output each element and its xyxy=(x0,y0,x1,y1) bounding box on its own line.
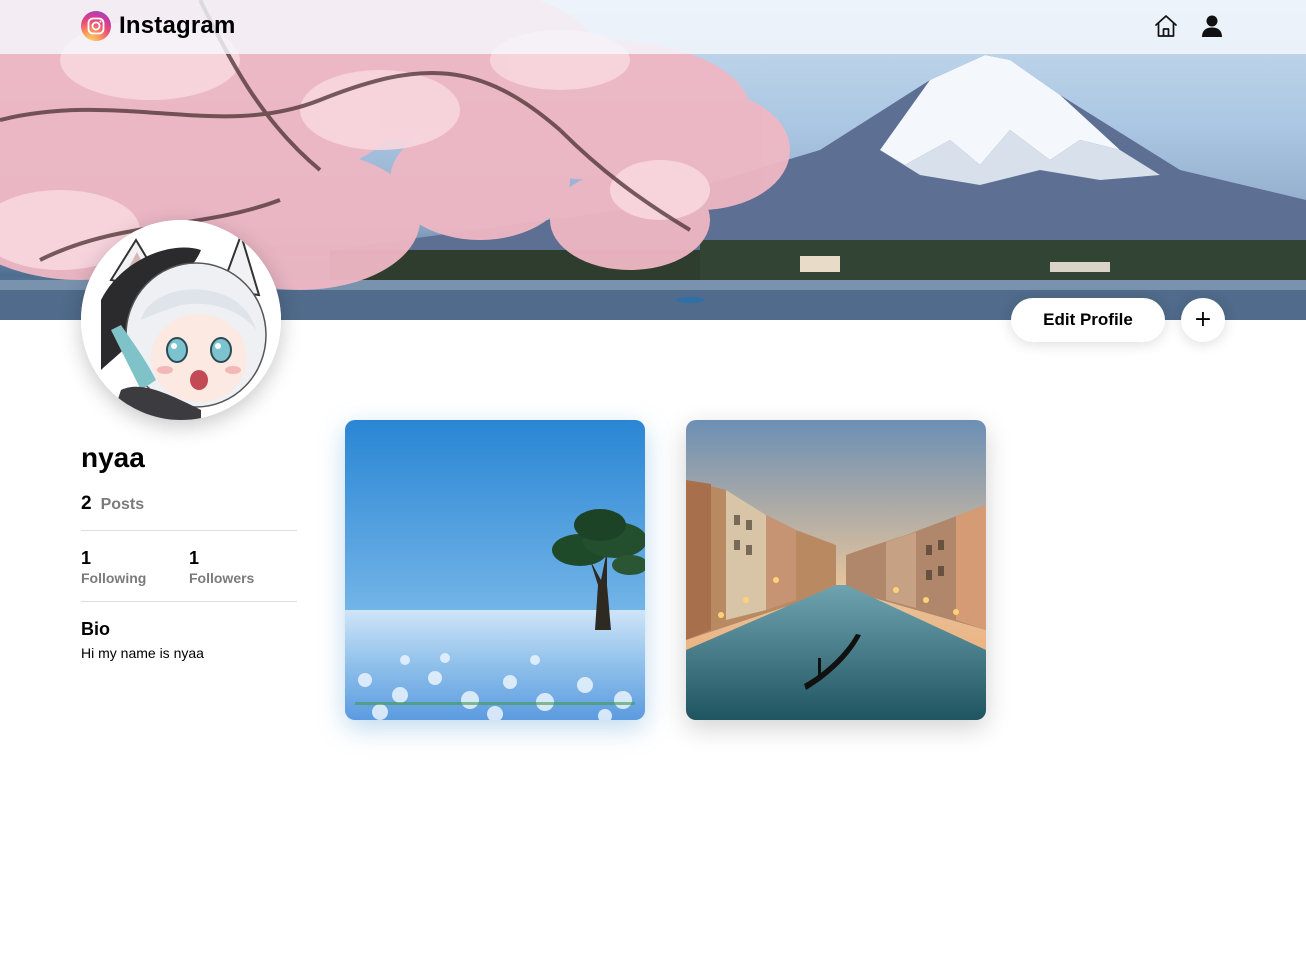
brand-home-link[interactable]: Instagram xyxy=(81,11,236,41)
divider xyxy=(81,601,297,602)
bio-text: Hi my name is nyaa xyxy=(81,645,204,661)
avatar[interactable] xyxy=(81,220,281,420)
app-name: Instagram xyxy=(119,12,236,39)
edit-profile-button[interactable]: Edit Profile xyxy=(1011,298,1165,342)
bio-title: Bio xyxy=(81,619,110,639)
posts-count: 2 xyxy=(81,493,92,514)
followers-count: 1 xyxy=(189,548,200,568)
following-label: Following xyxy=(81,570,147,586)
posts-label: Posts xyxy=(100,496,145,513)
followers-stat[interactable]: 1 Followers xyxy=(189,548,254,586)
user-icon[interactable] xyxy=(1198,12,1226,40)
home-icon[interactable] xyxy=(1152,12,1180,40)
following-stat[interactable]: 1 Following xyxy=(81,548,146,586)
followers-label: Followers xyxy=(189,570,255,586)
post-thumbnail-canal-city[interactable] xyxy=(686,420,986,720)
instagram-logo-icon xyxy=(81,11,111,41)
divider xyxy=(81,530,297,531)
username: nyaa xyxy=(81,442,145,473)
top-navigation-bar: Instagram xyxy=(0,0,1306,54)
post-thumbnail-flower-field[interactable] xyxy=(345,420,645,720)
posts-stat: 2 Posts xyxy=(81,493,144,515)
following-count: 1 xyxy=(81,548,92,568)
add-post-button[interactable]: + xyxy=(1181,298,1225,342)
